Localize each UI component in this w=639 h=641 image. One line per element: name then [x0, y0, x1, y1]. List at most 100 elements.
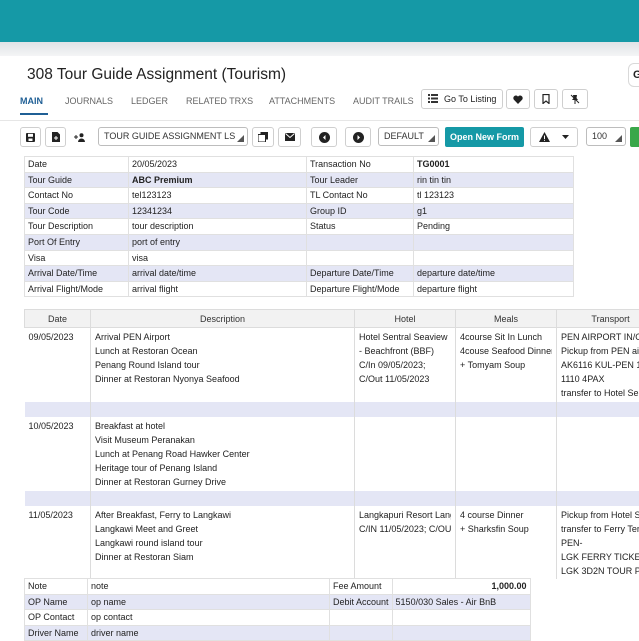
alert-menu-button[interactable] — [530, 127, 578, 147]
description-line: Langkawi Meet and Greet — [95, 522, 350, 536]
itinerary-cell-date[interactable]: 11/05/2023 — [25, 506, 91, 579]
itinerary-cell-hotel[interactable]: Hotel Sentral Seaview- Beachfront (BBF)C… — [355, 328, 456, 403]
go-to-listing-label: Go To Listing — [444, 94, 496, 104]
field-value-date[interactable]: 20/05/2023 — [129, 157, 307, 173]
chevron-right-circle-icon — [353, 132, 364, 143]
itinerary-cell-date[interactable]: 10/05/2023 — [25, 417, 91, 491]
transport-line: PEN- — [561, 536, 639, 550]
email-button[interactable] — [278, 127, 301, 147]
itinerary-row[interactable]: 10/05/2023Breakfast at hotelVisit Museum… — [25, 417, 639, 491]
meals-line: 4course Sit In Lunch — [460, 330, 552, 344]
itinerary-cell-meals[interactable] — [456, 417, 557, 491]
itinerary-cell-meals[interactable]: 4course Sit In Lunch4couse Seafood Dinne… — [456, 328, 557, 403]
itinerary-cell-date[interactable]: 09/05/2023 — [25, 328, 91, 403]
field-value-tour-guide[interactable]: ABC Premium — [129, 172, 307, 188]
tab-attachments[interactable]: ATTACHMENTS — [269, 96, 335, 106]
field-value-arrival-flight-mode[interactable]: arrival flight — [129, 281, 307, 297]
tab-related-trxs[interactable]: RELATED TRXS — [186, 96, 253, 106]
open-new-form-button[interactable]: Open New Form — [445, 127, 524, 147]
page-size-select[interactable]: 100 — [586, 127, 626, 146]
save-button[interactable] — [20, 127, 41, 147]
previous-record-button[interactable] — [311, 127, 337, 147]
description-line: Heritage tour of Penang Island — [95, 461, 350, 475]
help-icon[interactable]: G — [628, 63, 639, 87]
column-header-transport[interactable]: Transport — [557, 310, 639, 328]
new-document-button[interactable] — [45, 127, 66, 147]
bookmark-icon — [542, 94, 550, 104]
next-record-button[interactable] — [345, 127, 371, 147]
description-line: Dinner at Restoran Nyonya Seafood — [95, 372, 350, 386]
field-label-debit-account: Debit Account — [330, 594, 393, 610]
itinerary-cell-hotel[interactable]: Langkapuri Resort LangkawiC/IN 11/05/202… — [355, 506, 456, 579]
field-value-empty[interactable] — [414, 250, 574, 266]
field-value-fee-amount[interactable]: 1,000.00 — [392, 579, 530, 595]
itinerary-cell-hotel[interactable] — [355, 417, 456, 491]
field-value-tl-contact-no[interactable]: tl 123123 — [414, 188, 574, 204]
document-type-select[interactable]: TOUR GUIDE ASSIGNMENT LS — [98, 127, 248, 146]
description-line: Breakfast at hotel — [95, 419, 350, 433]
field-value-status[interactable]: Pending — [414, 219, 574, 235]
save-icon — [26, 133, 35, 142]
field-value-departure-flight-mode[interactable]: departure flight — [414, 281, 574, 297]
field-label-tour-description: Tour Description — [25, 219, 129, 235]
itinerary-cell-description[interactable]: Breakfast at hotelVisit Museum Peranakan… — [91, 417, 355, 491]
field-value-group-id[interactable]: g1 — [414, 203, 574, 219]
tab-audit-trails[interactable]: AUDIT TRAILS — [353, 96, 414, 106]
column-header-hotel[interactable]: Hotel — [355, 310, 456, 328]
field-value-tour-description[interactable]: tour description — [129, 219, 307, 235]
layout-select[interactable]: DEFAULT — [378, 127, 439, 146]
add-user-button[interactable] — [69, 127, 90, 147]
field-label-port-of-entry: Port Of Entry — [25, 234, 129, 250]
spacer-cell — [456, 402, 557, 417]
go-to-listing-button[interactable]: Go To Listing — [421, 89, 503, 109]
field-value-arrival-date-time[interactable]: arrival date/time — [129, 266, 307, 282]
page-size-value: 100 — [592, 131, 607, 141]
page-title: 308 Tour Guide Assignment (Tourism) — [27, 66, 286, 84]
unpin-button[interactable] — [562, 89, 588, 109]
description-line: Lunch at Penang Road Hawker Center — [95, 447, 350, 461]
footer-field-row: OP Nameop nameDebit Account5150/030 Sale… — [25, 594, 531, 610]
action-button-green[interactable] — [630, 127, 639, 147]
itinerary-row[interactable]: 09/05/2023Arrival PEN AirportLunch at Re… — [25, 328, 639, 403]
favorite-button[interactable] — [506, 89, 530, 109]
header-field-row: Arrival Date/Timearrival date/timeDepart… — [25, 266, 574, 282]
heart-icon — [513, 95, 523, 104]
field-value-op-contact[interactable]: op contact — [88, 610, 330, 626]
field-value-tour-code[interactable]: 12341234 — [129, 203, 307, 219]
field-value-tour-leader[interactable]: rin tin tin — [414, 172, 574, 188]
field-value-departure-date-time[interactable]: departure date/time — [414, 266, 574, 282]
footer-fields-table: NotenoteFee Amount1,000.00OP Nameop name… — [24, 578, 531, 641]
footer-field-row: OP Contactop contact — [25, 610, 531, 626]
tab-ledger[interactable]: LEDGER — [131, 96, 168, 106]
description-line: Penang Round Island tour — [95, 358, 350, 372]
field-value-visa[interactable]: visa — [129, 250, 307, 266]
itinerary-row[interactable]: 11/05/2023After Breakfast, Ferry to Lang… — [25, 506, 639, 579]
itinerary-grid: Date Description Hotel Meals Transport 0… — [24, 309, 639, 579]
toolbar-divider — [0, 120, 639, 121]
field-value-note[interactable]: note — [88, 579, 330, 595]
field-value-debit-account[interactable]: 5150/030 Sales - Air BnB — [392, 594, 530, 610]
itinerary-cell-transport[interactable]: Pickup from Hotel Sentraltransfer to Fer… — [557, 506, 639, 579]
field-value-transaction-no[interactable]: TG0001 — [414, 157, 574, 173]
field-value-empty[interactable] — [414, 234, 574, 250]
itinerary-cell-transport[interactable]: PEN AIRPORT IN/OUTPickup from PEN airpor… — [557, 328, 639, 403]
field-value-port-of-entry[interactable]: port of entry — [129, 234, 307, 250]
column-header-description[interactable]: Description — [91, 310, 355, 328]
copy-button[interactable] — [252, 127, 274, 147]
itinerary-cell-description[interactable]: Arrival PEN AirportLunch at Restoran Oce… — [91, 328, 355, 403]
column-header-date[interactable]: Date — [25, 310, 91, 328]
transport-line: LGK 3D2N TOUR PACKAGE — [561, 564, 639, 578]
field-label-transaction-no: Transaction No — [307, 157, 414, 173]
column-header-meals[interactable]: Meals — [456, 310, 557, 328]
tab-journals[interactable]: JOURNALS — [65, 96, 113, 106]
field-label-departure-date-time: Departure Date/Time — [307, 266, 414, 282]
field-value-op-name[interactable]: op name — [88, 594, 330, 610]
itinerary-cell-description[interactable]: After Breakfast, Ferry to LangkawiLangka… — [91, 506, 355, 579]
itinerary-cell-meals[interactable]: 4 course Dinner+ Sharksfin Soup — [456, 506, 557, 579]
tab-main[interactable]: MAIN — [20, 96, 43, 106]
bookmark-button[interactable] — [534, 89, 558, 109]
hotel-line: C/Out 11/05/2023 — [359, 372, 451, 386]
itinerary-cell-transport[interactable] — [557, 417, 639, 491]
field-value-contact-no[interactable]: tel123123 — [129, 188, 307, 204]
field-value-empty[interactable] — [392, 610, 530, 626]
